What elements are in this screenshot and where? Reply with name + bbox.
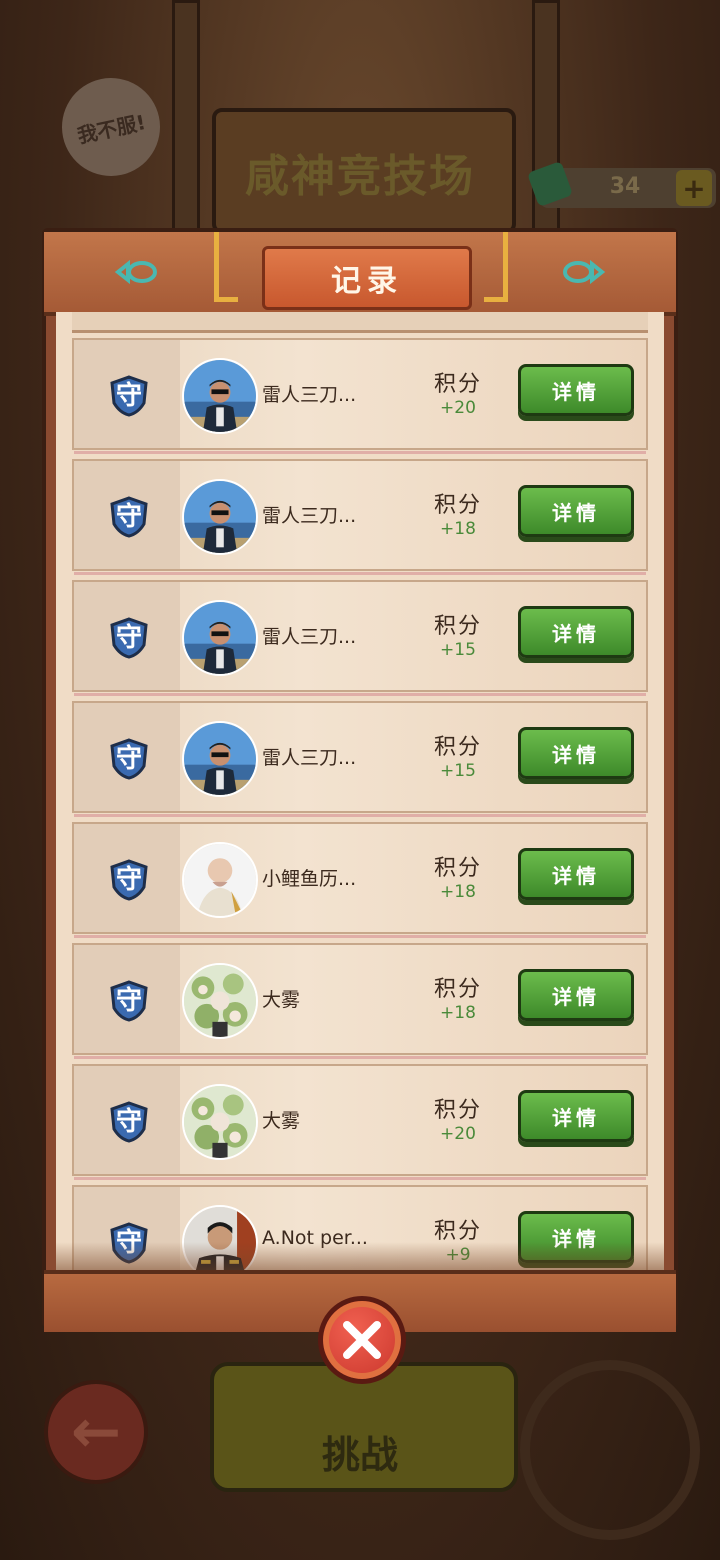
record-row: 守 小鲤鱼历... 积分 +18 详情 — [72, 822, 648, 938]
records-list[interactable]: 守雷人三刀... 积分 +20 详情守雷人三刀... 积分 +18 详情守雷人三刀... 积分… — [56, 312, 664, 1270]
record-row: 守 雷人三刀... 积分 +18 详情 — [72, 459, 648, 575]
defense-role-label: 守 — [115, 502, 142, 532]
defense-role-label: 守 — [115, 865, 142, 895]
score-value: +20 — [440, 398, 476, 418]
record-row: 守 雷人三刀... 积分 +15 详情 — [72, 580, 648, 696]
bg-pole-right — [532, 0, 560, 266]
wheel-decoration — [520, 1360, 700, 1540]
row-divider — [74, 1056, 646, 1059]
player-avatar — [182, 600, 258, 676]
player-avatar — [182, 963, 258, 1039]
role-panel: 守 — [74, 1066, 180, 1174]
close-icon — [343, 1321, 381, 1359]
record-row: 守 雷人三刀... 积分 +15 详情 — [72, 701, 648, 817]
score-label: 积分 — [433, 977, 482, 1002]
record-row: 守 大雾 积分 +18 详情 — [72, 943, 648, 1059]
modal-header: 记录 — [44, 232, 676, 316]
score-value: +20 — [440, 1124, 476, 1144]
row-divider — [74, 814, 646, 817]
role-panel: 守 — [74, 461, 180, 569]
title-bracket-right — [484, 232, 508, 302]
role-panel: 守 — [74, 703, 180, 811]
modal-title: 记录 — [262, 246, 472, 310]
role-panel: 守 — [74, 824, 180, 932]
detail-button[interactable]: 详情 — [518, 969, 634, 1021]
records-modal: 记录 守雷人三刀... 积分 +20 详情守雷人三刀... 积分 +18 详情守雷人三刀..… — [42, 228, 678, 1332]
add-currency-button: + — [676, 170, 712, 206]
defense-role-label: 守 — [115, 1107, 142, 1137]
score-value: +15 — [440, 761, 476, 781]
score-value: +18 — [440, 519, 476, 539]
role-panel: 守 — [74, 340, 180, 448]
back-arrow-icon: ← — [44, 1380, 148, 1484]
player-name: 雷人三刀... — [262, 505, 357, 527]
score-label: 积分 — [433, 856, 482, 881]
detail-button[interactable]: 详情 — [518, 848, 634, 900]
defense-role-label: 守 — [115, 623, 142, 653]
row-divider — [74, 1177, 646, 1180]
player-avatar — [182, 358, 258, 434]
score-label: 积分 — [433, 614, 482, 639]
score-value: +18 — [440, 1003, 476, 1023]
defense-role-label: 守 — [115, 744, 142, 774]
score-label: 积分 — [433, 493, 482, 518]
record-row: 守 雷人三刀... 积分 +20 详情 — [72, 338, 648, 454]
player-avatar — [182, 842, 258, 918]
row-divider — [74, 572, 646, 575]
row-divider — [74, 451, 646, 454]
list-fade — [56, 1242, 664, 1270]
list-top-edge — [72, 312, 648, 333]
currency-count: 34 — [609, 174, 641, 199]
player-name: 雷人三刀... — [262, 747, 357, 769]
record-row: 守 大雾 积分 +20 详情 — [72, 1064, 648, 1180]
role-panel: 守 — [74, 582, 180, 690]
player-avatar — [182, 721, 258, 797]
player-name: 大雾 — [262, 989, 301, 1011]
player-avatar — [182, 479, 258, 555]
detail-button[interactable]: 详情 — [518, 606, 634, 658]
title-bracket-left — [214, 232, 238, 302]
player-avatar — [182, 1084, 258, 1160]
player-name: 雷人三刀... — [262, 384, 357, 406]
player-name: 小鲤鱼历... — [262, 868, 357, 890]
defense-role-label: 守 — [115, 986, 142, 1016]
close-button[interactable] — [318, 1296, 406, 1384]
bg-pole-left — [172, 0, 200, 266]
detail-button[interactable]: 详情 — [518, 1090, 634, 1142]
player-name: 大雾 — [262, 1110, 301, 1132]
score-value: +15 — [440, 640, 476, 660]
arena-title: 咸神竞技场 — [245, 151, 475, 202]
player-name: 雷人三刀... — [262, 626, 357, 648]
score-label: 积分 — [433, 1098, 482, 1123]
score-value: +18 — [440, 882, 476, 902]
challenge-label: 挑战 — [321, 1433, 398, 1477]
score-label: 积分 — [433, 372, 482, 397]
role-panel: 守 — [74, 945, 180, 1053]
detail-button[interactable]: 详情 — [518, 485, 634, 537]
detail-button[interactable]: 详情 — [518, 364, 634, 416]
defense-role-label: 守 — [115, 381, 142, 411]
score-label: 积分 — [433, 1219, 482, 1244]
row-divider — [74, 935, 646, 938]
score-label: 积分 — [433, 735, 482, 760]
detail-button[interactable]: 详情 — [518, 727, 634, 779]
row-divider — [74, 693, 646, 696]
fish-icon — [114, 259, 157, 285]
fish-icon — [563, 259, 606, 285]
